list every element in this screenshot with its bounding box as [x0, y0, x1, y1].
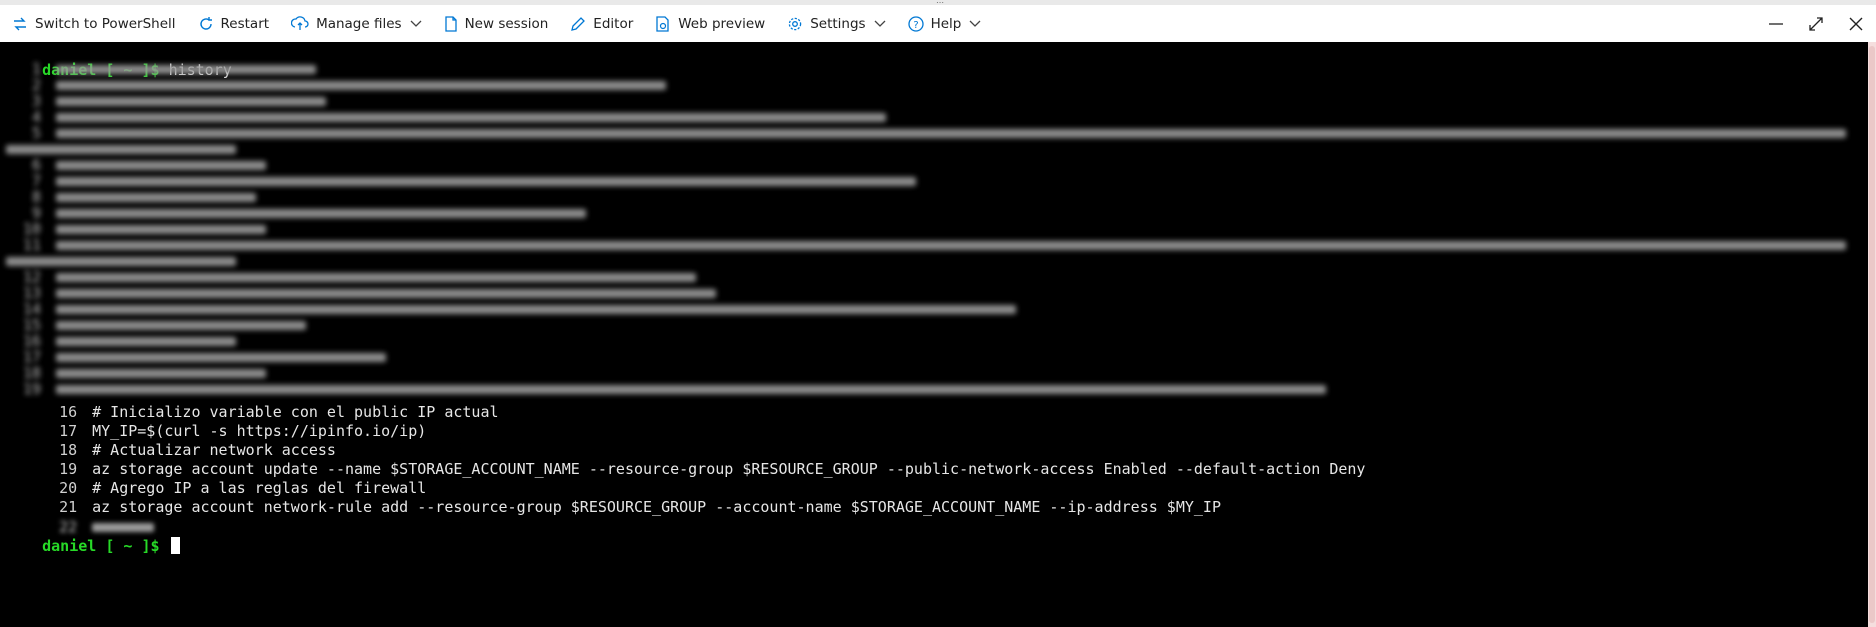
- history-line: 18 # Actualizar network access: [6, 422, 336, 459]
- blurred-line: 5: [6, 124, 1846, 143]
- chevron-down-icon: [969, 20, 981, 27]
- gear-icon: [788, 17, 802, 30]
- pencil-icon: [571, 16, 586, 31]
- window-controls: [1756, 5, 1876, 42]
- manage-files-label: Manage files: [316, 15, 402, 32]
- editor-button[interactable]: Editor: [558, 5, 643, 42]
- command-line: daniel [ ~ ]$ history: [6, 42, 232, 79]
- history-line: 16 # Inicializo variable con el public IP…: [6, 384, 498, 421]
- text-cursor: [170, 537, 180, 554]
- blurred-line: 22: [6, 499, 155, 536]
- switch-arrows-icon: [14, 17, 26, 30]
- web-preview-icon: [656, 15, 669, 32]
- svg-text:?: ?: [913, 20, 918, 31]
- history-line: 19 az storage account update --name $STOR…: [6, 441, 1365, 478]
- web-preview-button[interactable]: Web preview: [643, 5, 775, 42]
- restart-button[interactable]: Restart: [186, 5, 280, 42]
- new-session-icon: [444, 15, 457, 32]
- shell-prompt: daniel [ ~ ]$: [42, 537, 160, 555]
- settings-label: Settings: [810, 15, 866, 32]
- help-label: Help: [930, 15, 962, 32]
- manage-files-button[interactable]: Manage files: [279, 5, 432, 42]
- switch-shell-button[interactable]: Switch to PowerShell: [0, 5, 186, 42]
- restart-label: Restart: [220, 15, 270, 32]
- switch-shell-label: Switch to PowerShell: [35, 15, 176, 32]
- new-session-button[interactable]: New session: [432, 5, 559, 42]
- editor-label: Editor: [593, 15, 634, 32]
- minimize-icon: [1769, 22, 1783, 25]
- history-line: 21 az storage account network-rule add --…: [6, 479, 1221, 516]
- maximize-button[interactable]: [1796, 5, 1836, 42]
- history-line: 20 # Agrego IP a las reglas del firewall: [6, 460, 426, 497]
- cloud-shell-toolbar: Switch to PowerShell Restart Manage file…: [0, 5, 1876, 42]
- help-icon: ?: [907, 15, 924, 32]
- close-icon: [1849, 17, 1863, 30]
- new-session-label: New session: [464, 15, 549, 32]
- terminal-output[interactable]: daniel [ ~ ]$ history 1 2 3 4 5 6 7 8 9 …: [0, 42, 1868, 627]
- upload-download-icon: [291, 15, 309, 30]
- chevron-down-icon: [410, 20, 422, 27]
- blurred-line: 11: [6, 236, 1846, 255]
- help-button[interactable]: ? Help: [896, 5, 992, 42]
- active-prompt-line[interactable]: daniel [ ~ ]$: [6, 518, 180, 555]
- web-preview-label: Web preview: [678, 15, 766, 32]
- minimize-button[interactable]: [1756, 5, 1796, 42]
- scrollbar-thumb[interactable]: [1869, 46, 1875, 623]
- history-line-text: az storage account network-rule add --re…: [92, 498, 1221, 516]
- settings-button[interactable]: Settings: [775, 5, 895, 42]
- terminal-scrollbar[interactable]: [1868, 42, 1876, 627]
- chevron-down-icon: [874, 20, 886, 27]
- history-line: 17 MY_IP=$(curl -s https://ipinfo.io/ip): [6, 403, 426, 440]
- restart-icon: [199, 16, 212, 30]
- close-button[interactable]: [1836, 5, 1876, 42]
- maximize-icon: [1809, 16, 1823, 31]
